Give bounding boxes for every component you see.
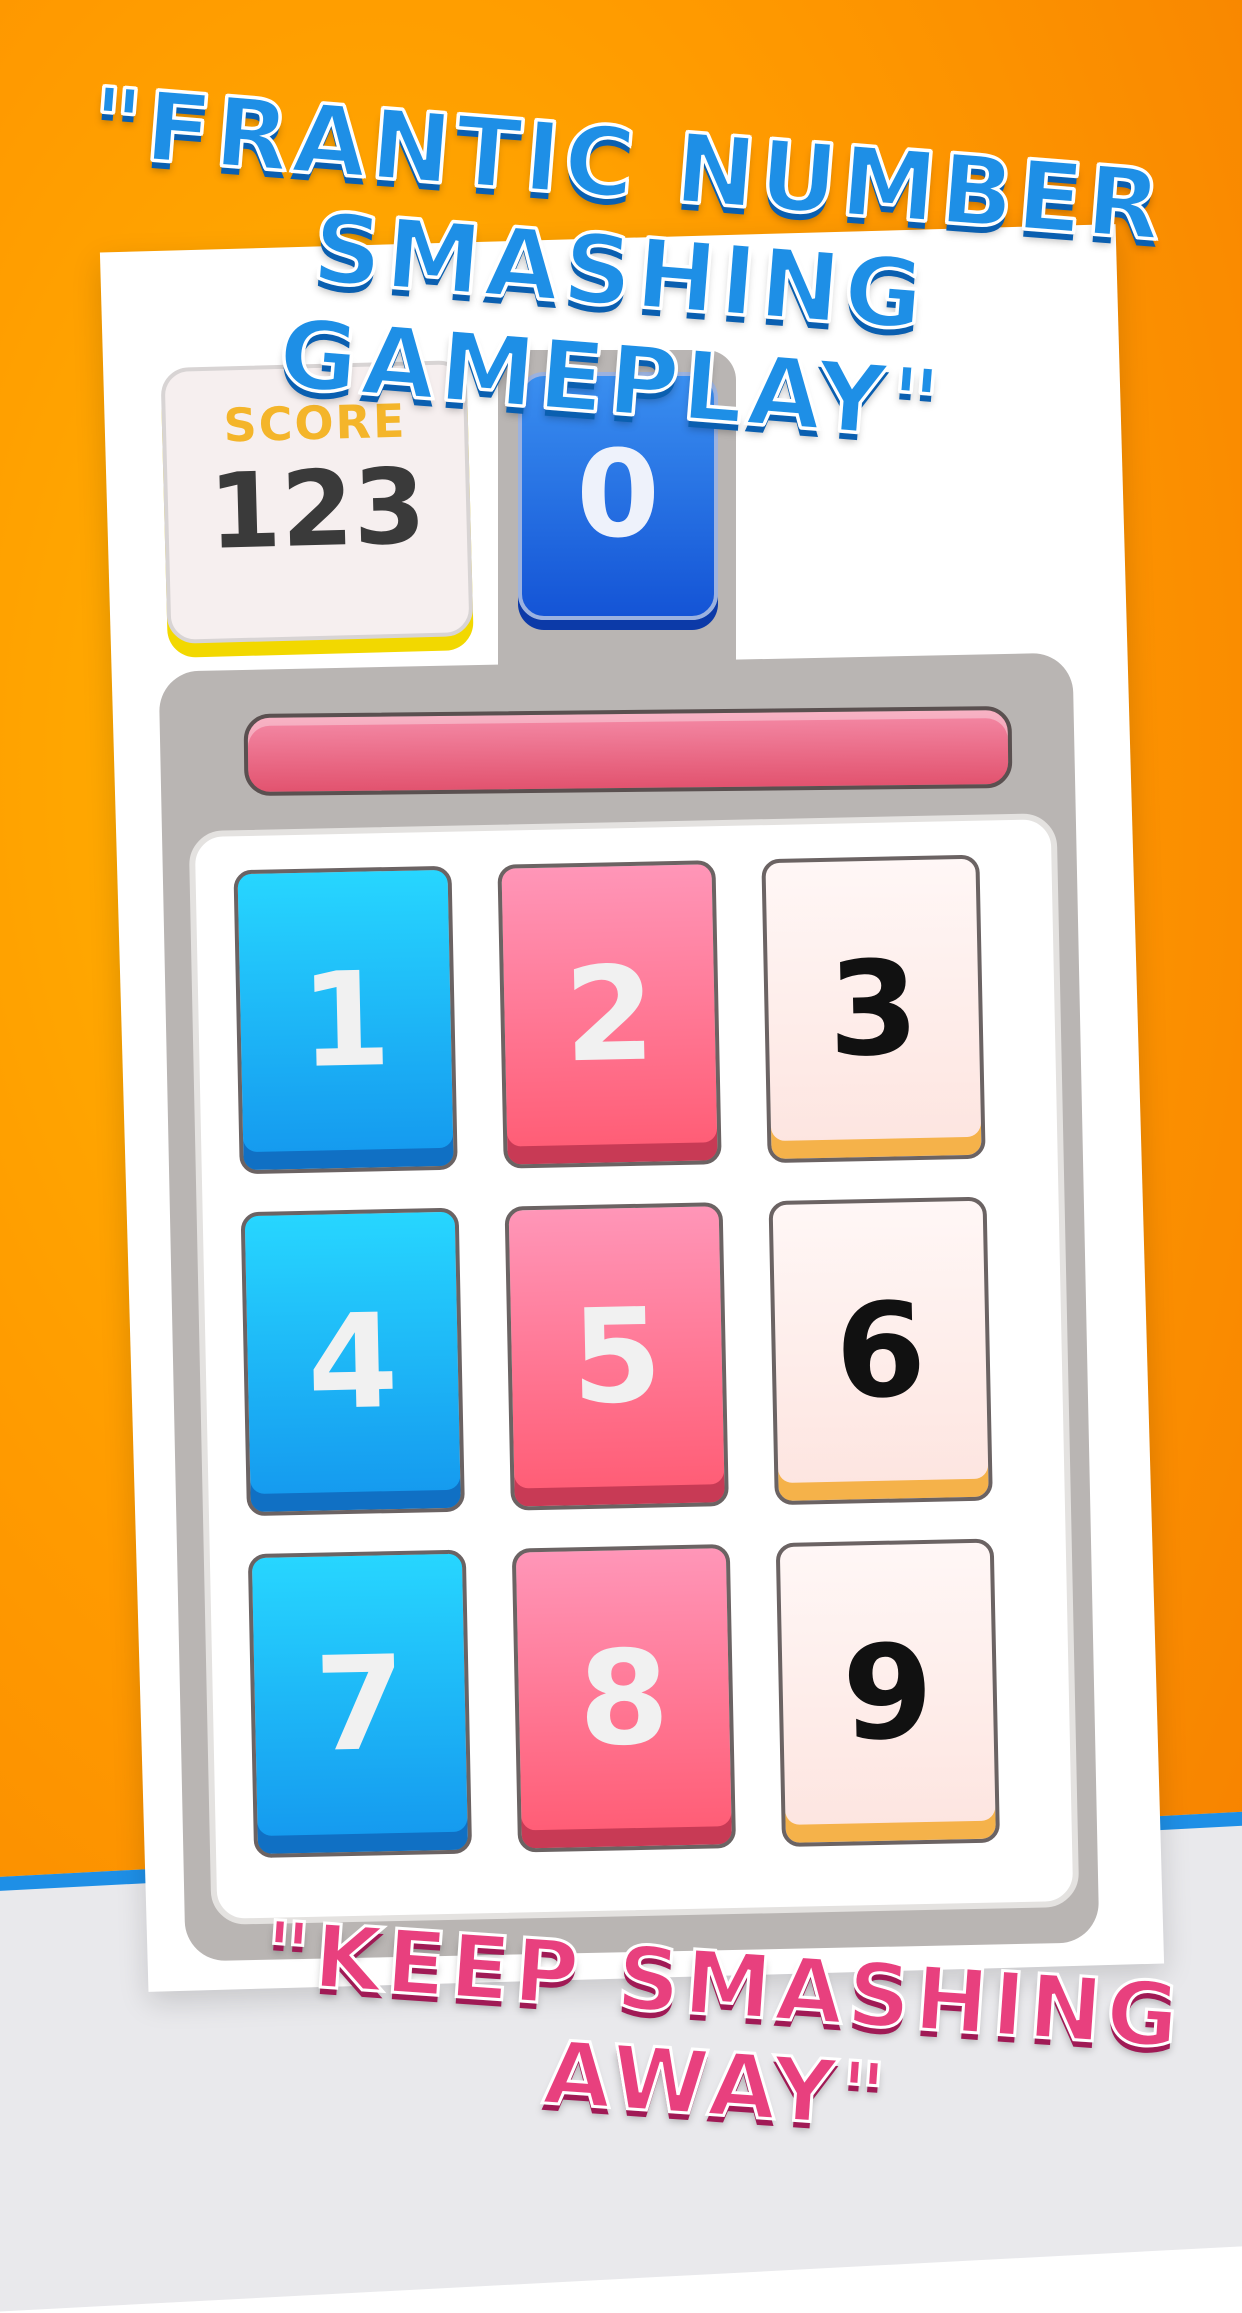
tile-4[interactable]: 4: [240, 1207, 465, 1517]
tile-3[interactable]: 3: [761, 854, 986, 1164]
tile-7[interactable]: 7: [247, 1549, 473, 1859]
timer-bar: [243, 705, 1013, 797]
tile-1[interactable]: 1: [233, 865, 458, 1175]
tile-2[interactable]: 2: [497, 860, 722, 1169]
tile-5[interactable]: 5: [504, 1202, 729, 1511]
tile-9[interactable]: 9: [775, 1538, 1000, 1848]
score-value: 123: [207, 445, 428, 573]
tile-board: 1 2 3 4 5 6 7 8 9: [188, 813, 1080, 1925]
tile-6[interactable]: 6: [768, 1196, 993, 1506]
tile-8[interactable]: 8: [511, 1544, 737, 1853]
